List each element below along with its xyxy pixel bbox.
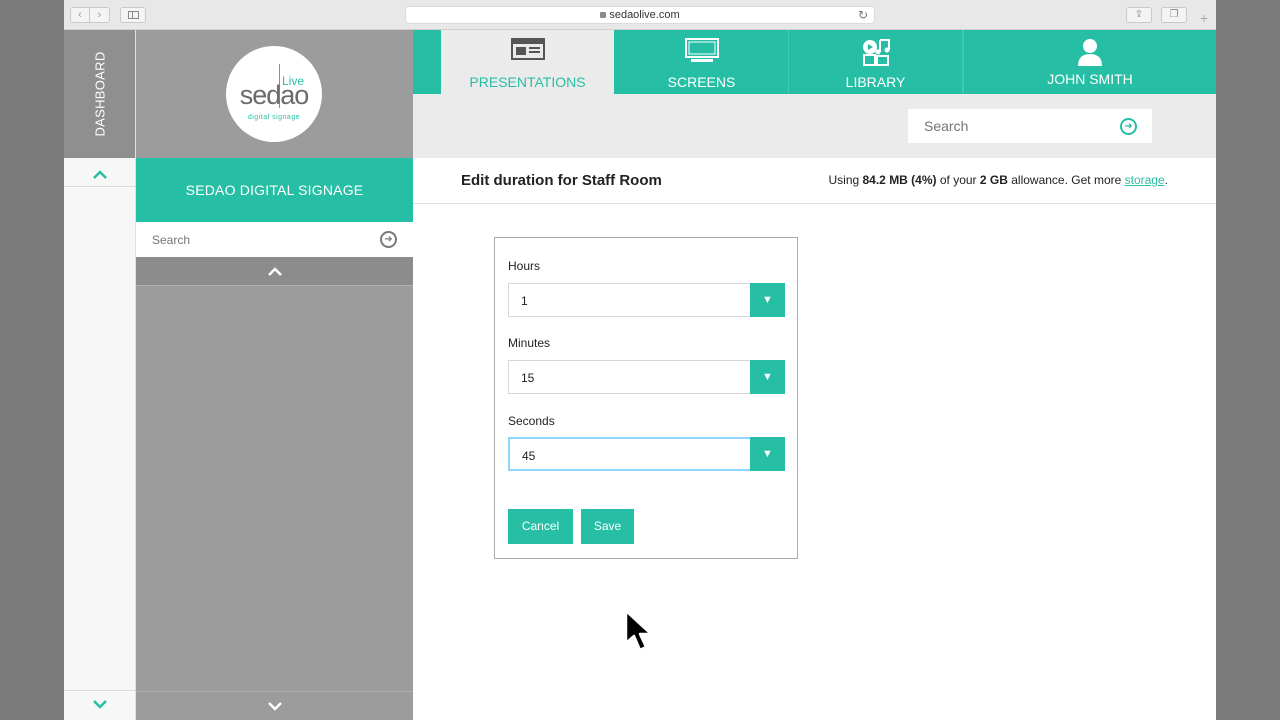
usage-total: 2 GB — [979, 173, 1008, 187]
usage-used: 84.2 MB (4%) — [862, 173, 937, 187]
sidebar-search: ➜ — [136, 222, 413, 257]
page-header: Edit duration for Staff Room Using 84.2 … — [413, 158, 1216, 204]
tab-user-account[interactable]: JOHN SMITH — [964, 30, 1216, 94]
logo-tagline: digital signage — [247, 114, 301, 121]
right-margin — [1216, 30, 1280, 720]
storage-link[interactable]: storage — [1125, 173, 1165, 187]
reload-icon[interactable]: ↻ — [858, 7, 868, 23]
sedao-logo[interactable]: Live sedao digital signage — [226, 46, 322, 142]
media-library-icon — [862, 39, 890, 66]
logo-brand: sedao — [239, 80, 310, 110]
back-button[interactable]: ‹ — [70, 7, 90, 23]
browser-toolbar: ‹ › sedaolive.com ↻ ⇪ ❐ + — [64, 0, 1216, 30]
rail-divider — [64, 186, 136, 187]
usage-mid: of your — [936, 173, 980, 187]
tab-label: JOHN SMITH — [1047, 71, 1133, 87]
chevron-up-icon — [93, 170, 107, 179]
hours-value: 1 — [521, 294, 528, 308]
tab-library[interactable]: LIBRARY — [789, 30, 962, 94]
caret-down-icon[interactable]: ▼ — [750, 283, 785, 317]
caret-down-icon[interactable]: ▼ — [750, 437, 785, 471]
seconds-value: 45 — [522, 449, 536, 463]
new-tab-button[interactable]: + — [1200, 10, 1208, 26]
logo-area: Live sedao digital signage — [136, 30, 413, 158]
chevron-up-icon — [267, 267, 282, 276]
chevron-down-icon — [267, 702, 282, 711]
sidebar-scroll-up-button[interactable] — [136, 257, 413, 286]
top-nav: PRESENTATIONS SCREENS LIBRARY JOHN SMITH — [413, 30, 1216, 94]
rail-divider — [64, 690, 136, 691]
forward-button[interactable]: › — [90, 7, 110, 23]
minutes-label: Minutes — [508, 336, 551, 350]
minutes-select[interactable]: 15 ▼ — [508, 360, 785, 394]
rail-scroll-up-button[interactable] — [64, 166, 136, 184]
usage-suffix: allowance. Get more — [1007, 173, 1125, 187]
main-search: ➜ — [908, 109, 1152, 143]
main-content: PRESENTATIONS SCREENS LIBRARY JOHN SMITH… — [413, 30, 1216, 720]
usage-end: . — [1164, 173, 1168, 187]
arrow-right-circle-icon[interactable]: ➜ — [380, 231, 397, 248]
tab-label: SCREENS — [667, 74, 736, 90]
save-button[interactable]: Save — [581, 509, 634, 544]
seconds-select[interactable]: 45 ▼ — [508, 437, 785, 471]
sidebar-search-input[interactable] — [136, 222, 376, 257]
lock-icon — [600, 12, 607, 18]
address-bar[interactable]: sedaolive.com ↻ — [405, 6, 875, 24]
tab-label: PRESENTATIONS — [469, 74, 586, 90]
hours-label: Hours — [508, 259, 541, 273]
sidebar: Live sedao digital signage SEDAO DIGITAL… — [136, 30, 413, 720]
page-title: Edit duration for Staff Room — [461, 172, 662, 189]
duration-form: Hours 1 ▼ Minutes 15 ▼ Seconds 45 ▼ Canc… — [494, 237, 798, 559]
show-tabs-button[interactable]: ❐ — [1161, 7, 1187, 23]
arrow-right-circle-icon[interactable]: ➜ — [1120, 118, 1137, 135]
sidebar-scroll-down-button[interactable] — [136, 691, 413, 720]
tab-presentations[interactable]: PRESENTATIONS — [441, 30, 614, 94]
user-icon — [1078, 39, 1102, 66]
share-button[interactable]: ⇪ — [1126, 7, 1152, 23]
caret-down-icon[interactable]: ▼ — [750, 360, 785, 394]
dashboard-rail: DASHBOARD — [64, 30, 136, 720]
storage-usage: Using 84.2 MB (4%) of your 2 GB allowanc… — [828, 173, 1168, 187]
tabs-icon: ❐ — [1169, 9, 1179, 20]
dashboard-label: DASHBOARD — [92, 51, 107, 137]
hours-select[interactable]: 1 ▼ — [508, 283, 785, 317]
chevron-down-icon — [93, 700, 107, 709]
toolbar: ➜ — [413, 94, 1216, 158]
presentation-icon — [510, 38, 545, 60]
minutes-value: 15 — [521, 371, 535, 385]
monitor-icon — [684, 38, 719, 62]
usage-prefix: Using — [828, 173, 863, 187]
tab-label: LIBRARY — [845, 74, 906, 90]
tab-screens[interactable]: SCREENS — [615, 30, 788, 94]
share-icon: ⇪ — [1134, 9, 1144, 20]
chevron-right-icon: › — [97, 9, 102, 21]
chevron-left-icon: ‹ — [78, 9, 82, 21]
mouse-cursor-icon — [624, 609, 653, 652]
sidebar-icon — [128, 11, 139, 19]
cancel-button[interactable]: Cancel — [508, 509, 573, 544]
sidebar-toggle-button[interactable] — [120, 7, 146, 23]
seconds-label: Seconds — [508, 414, 555, 428]
sidebar-list — [136, 286, 413, 691]
dashboard-toggle[interactable]: DASHBOARD — [64, 30, 135, 158]
browser-nav-buttons: ‹ › — [70, 7, 110, 23]
rail-scroll-down-button[interactable] — [64, 696, 136, 714]
main-search-input[interactable] — [908, 109, 1108, 143]
org-name[interactable]: SEDAO DIGITAL SIGNAGE — [136, 158, 413, 222]
url-text: sedaolive.com — [609, 9, 680, 21]
